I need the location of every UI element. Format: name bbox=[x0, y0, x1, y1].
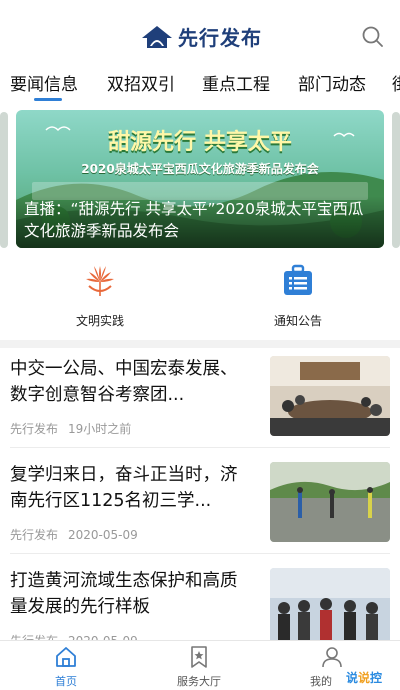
watermark-text: 说 bbox=[346, 671, 359, 685]
news-source: 先行发布 bbox=[10, 422, 59, 436]
watermark-text: 控 bbox=[370, 671, 383, 685]
quick-link-notices[interactable]: 通知公告 bbox=[238, 262, 358, 332]
quick-link-label: 通知公告 bbox=[273, 314, 322, 328]
tab-investment[interactable]: 双招双引 bbox=[107, 70, 175, 95]
banner-subtitle: 2020泉城太平宝西瓜文化旅游季新品发布会 bbox=[81, 162, 319, 176]
nav-label: 服务大厅 bbox=[177, 675, 221, 688]
nav-home[interactable]: 首页 bbox=[26, 645, 106, 689]
news-item[interactable]: 中交一公局、中国宏泰发展、数字创意智谷考察团... 先行发布 19小时之前 bbox=[10, 356, 390, 452]
news-thumbnail bbox=[270, 568, 390, 648]
notice-briefcase-icon bbox=[284, 264, 312, 295]
carousel-prev-slide[interactable] bbox=[0, 112, 8, 248]
news-title: 中交一公局、中国宏泰发展、数字创意智谷考察团... bbox=[10, 359, 238, 405]
tab-key-projects[interactable]: 重点工程 bbox=[202, 70, 270, 95]
app-title: 先行发布 bbox=[178, 26, 262, 50]
news-thumbnail bbox=[270, 462, 390, 542]
banner-caption: 直播：“甜源先行 共享太平”2020泉城太平宝西瓜文化旅游季新品发布会 bbox=[24, 200, 364, 240]
category-tabs: 要闻信息 双招双引 重点工程 部门动态 街 bbox=[0, 64, 400, 102]
nav-service-hall[interactable]: 服务大厅 bbox=[159, 645, 239, 689]
list-divider bbox=[10, 447, 390, 448]
sunflower-icon bbox=[86, 266, 114, 296]
news-title: 打造黄河流域生态保护和高质量发展的先行样板 bbox=[10, 571, 238, 617]
watermark-logo: 说说控 bbox=[346, 669, 382, 686]
quick-link-civilization-practice[interactable]: 文明实践 bbox=[40, 262, 160, 332]
tab-department-news[interactable]: 部门动态 bbox=[298, 70, 366, 95]
tab-news[interactable]: 要闻信息 bbox=[10, 70, 78, 95]
news-item[interactable]: 复学归来日，奋斗正当时，济南先行区1125名初三学... 先行发布 2020-05… bbox=[10, 462, 390, 558]
bookmark-star-icon bbox=[191, 646, 207, 668]
news-title: 复学归来日，奋斗正当时，济南先行区1125名初三学... bbox=[10, 465, 238, 511]
list-divider bbox=[10, 553, 390, 554]
news-time: 2020-05-09 bbox=[68, 528, 138, 542]
quick-link-label: 文明实践 bbox=[75, 314, 124, 328]
tab-street[interactable]: 街 bbox=[392, 70, 400, 95]
user-icon bbox=[322, 647, 342, 668]
news-time: 19小时之前 bbox=[68, 422, 132, 436]
active-tab-indicator bbox=[34, 98, 62, 101]
home-icon bbox=[56, 647, 76, 667]
featured-banner[interactable]: 甜源先行 共享太平 2020泉城太平宝西瓜文化旅游季新品发布会 直播：“甜源先行… bbox=[16, 110, 384, 248]
logo-mark-icon bbox=[142, 25, 172, 48]
nav-label: 首页 bbox=[55, 675, 77, 688]
news-source: 先行发布 bbox=[10, 528, 59, 542]
news-thumbnail bbox=[270, 356, 390, 436]
app-logo: 先行发布 bbox=[140, 22, 262, 51]
carousel-next-slide[interactable] bbox=[392, 112, 400, 248]
section-separator bbox=[0, 340, 400, 348]
watermark-highlight: 说 bbox=[358, 671, 371, 685]
app-header: 先行发布 bbox=[0, 0, 400, 64]
news-meta: 先行发布 2020-05-09 bbox=[10, 526, 138, 543]
banner-headline: 甜源先行 共享太平 bbox=[108, 130, 292, 155]
bottom-navigation: 首页 服务大厅 我的 说说控 bbox=[0, 640, 400, 690]
search-icon[interactable] bbox=[360, 24, 386, 50]
news-meta: 先行发布 19小时之前 bbox=[10, 420, 131, 437]
